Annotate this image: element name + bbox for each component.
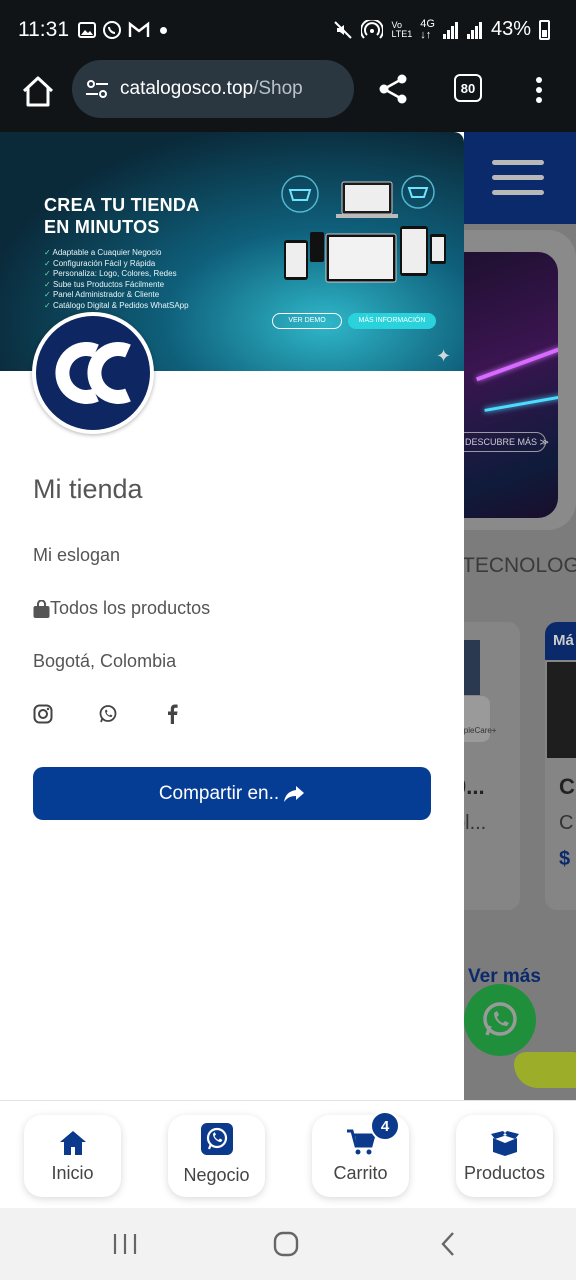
image-icon [78, 22, 96, 38]
banner-feature: Adaptable a Cuaquier Negocio [44, 248, 189, 259]
battery-percent: 43% [490, 18, 531, 40]
product-image [464, 640, 480, 695]
hamburger-menu-icon[interactable] [492, 160, 544, 205]
product-image [547, 662, 576, 758]
more-info-button[interactable]: MÁS INFORMACIÓN [348, 313, 436, 329]
banner-feature-list: Adaptable a Cuaquier Negocio Configuraci… [44, 248, 189, 312]
home-icon [59, 1131, 86, 1155]
store-location: Bogotá, Colombia [33, 651, 177, 671]
share-button-label: Compartir en.. [158, 782, 280, 804]
banner-feature: Configuración Fácil y Rápida [44, 259, 189, 270]
back-icon[interactable] [438, 1230, 458, 1258]
bg-banner[interactable]: DESCUBRE MÁS ≫ [464, 252, 558, 518]
address-bar[interactable]: catalogosco.top/Shop [72, 60, 354, 118]
discover-more-button[interactable]: DESCUBRE MÁS ≫ [464, 432, 549, 452]
bg-header [464, 132, 576, 224]
nav-item-negocio[interactable]: Negocio [168, 1115, 265, 1197]
banner-title: CREA TU TIENDA EN MINUTOS [44, 194, 200, 238]
banner-feature: Catálogo Digital & Pedidos WhatSApp [44, 301, 189, 312]
share-button[interactable]: Compartir en.. [33, 767, 431, 820]
banner-title-line2: EN MINUTOS [44, 217, 160, 237]
site-settings-icon[interactable] [84, 76, 110, 102]
bg-banner-container: DESCUBRE MÁS ≫ [464, 230, 576, 530]
more-menu-icon[interactable] [526, 74, 552, 106]
product-price: $ [559, 848, 571, 870]
nav-label: Inicio [51, 1163, 94, 1183]
battery-icon [539, 19, 550, 40]
tabs-button[interactable]: 80 [454, 74, 482, 102]
signal1-icon [442, 21, 458, 39]
all-products-link[interactable]: Todos los productos [33, 598, 210, 619]
whatsapp-icon [200, 1123, 233, 1155]
share-arrow-icon [284, 785, 305, 802]
status-bar: 11:31 Vo LTE1 4G ↓↑ 43% [0, 0, 576, 60]
instagram-icon[interactable] [33, 704, 53, 724]
mute-icon [334, 20, 353, 39]
discover-more-label: DESCUBRE MÁS [465, 437, 538, 447]
nav-item-inicio[interactable]: Inicio [24, 1115, 121, 1197]
volte-icon: Vo LTE1 [391, 19, 413, 39]
signal2-icon [466, 21, 482, 39]
hotspot-icon [361, 19, 384, 39]
product-title: 0... [464, 774, 485, 799]
product-subtitle: pl... [464, 812, 487, 834]
recent-apps-icon[interactable] [112, 1232, 138, 1256]
nav-item-productos[interactable]: Productos [456, 1115, 553, 1197]
product-image [514, 1052, 576, 1088]
product-badge: Má [545, 622, 576, 660]
store-slogan: Mi eslogan [33, 545, 121, 565]
browser-toolbar: catalogosco.top/Shop 80 [0, 60, 576, 132]
system-icons: Vo LTE1 4G ↓↑ 43% [333, 18, 550, 41]
sparkle-icon: ✦ [436, 346, 452, 366]
banner-feature: Personaliza: Logo, Colores, Redes [44, 269, 189, 280]
background-page[interactable]: DESCUBRE MÁS ≫ TECNOLOGÍA AppleCare+ 0..… [464, 132, 576, 1102]
4g-icon: 4G ↓↑ [420, 17, 435, 41]
url-text[interactable]: catalogosco.top/Shop [120, 78, 303, 100]
whatsapp-icon [483, 1002, 517, 1036]
box-icon [490, 1131, 519, 1156]
url-domain: catalogosco.top [120, 78, 254, 99]
whatsapp-icon[interactable] [98, 704, 118, 724]
whatsapp-float-button[interactable] [464, 984, 536, 1056]
nav-label: Negocio [183, 1165, 250, 1185]
all-products-label: Todos los productos [50, 598, 211, 618]
home-button-icon[interactable] [272, 1230, 300, 1258]
banner-title-line1: CREA TU TIENDA [44, 195, 200, 215]
bottom-navigation: Inicio Negocio Carrito 4 Productos [0, 1100, 576, 1208]
facebook-icon[interactable] [163, 704, 183, 724]
nav-label: Carrito [333, 1163, 388, 1183]
gmail-icon [128, 21, 150, 37]
cart-count-badge: 4 [370, 1111, 400, 1141]
banner-feature: Sube tus Productos Fácilmente [44, 280, 189, 291]
product-card[interactable]: AppleCare+ 0... pl... [464, 622, 520, 910]
store-drawer: CREA TU TIENDA EN MINUTOS Adaptable a Cu… [0, 132, 464, 1100]
product-subtitle: C [559, 812, 574, 834]
notification-icons [78, 20, 167, 40]
product-card[interactable]: Má C C $ [545, 622, 576, 910]
share-icon[interactable] [376, 72, 410, 106]
devices-illustration [281, 175, 446, 283]
home-icon[interactable] [18, 72, 58, 112]
applecare-pill: AppleCare+ [464, 696, 496, 742]
nav-item-carrito[interactable]: Carrito 4 [312, 1111, 409, 1197]
whatsapp-notification-icon [103, 21, 121, 39]
banner-feature: Panel Administrador & Cliente [44, 290, 189, 301]
store-logo [32, 312, 154, 434]
category-title: TECNOLOGÍA [464, 554, 576, 577]
status-time: 11:31 [18, 18, 69, 41]
dot-icon [160, 26, 167, 34]
nav-label: Productos [463, 1163, 546, 1183]
demo-button[interactable]: VER DEMO [272, 313, 342, 329]
url-path: /Shop [253, 78, 303, 99]
cc-logo-icon [55, 342, 131, 404]
product-title: C [559, 774, 575, 799]
shopping-bag-icon [33, 599, 50, 618]
store-name: Mi tienda [33, 474, 143, 504]
system-navigation-bar [0, 1208, 576, 1280]
social-links [33, 704, 228, 724]
